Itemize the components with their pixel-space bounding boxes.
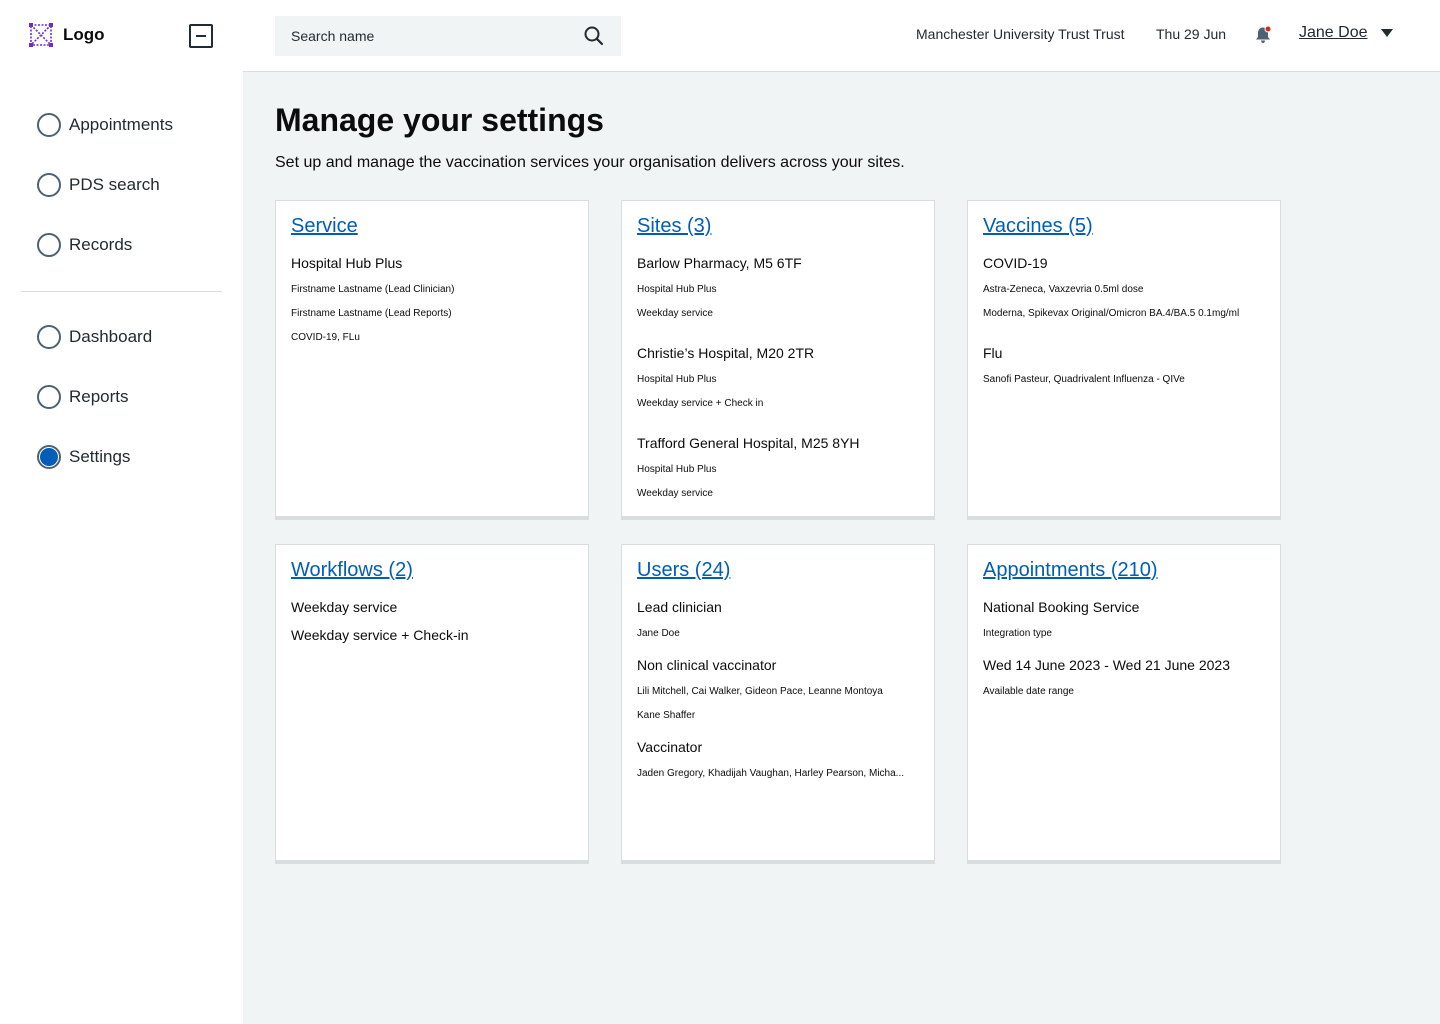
workflow-item: Weekday service + Check-in	[291, 627, 469, 643]
site-workflow: Weekday service	[637, 488, 713, 499]
nav-item-settings[interactable]: Settings	[37, 445, 130, 469]
user-names: Jaden Gregory, Khadijah Vaughan, Harley …	[637, 768, 905, 779]
appointments-card: Appointments (210) National Booking Serv…	[967, 544, 1281, 864]
caret-down-icon	[1380, 29, 1393, 37]
vaccines-card: Vaccines (5) COVID-19 Astra-Zeneca, Vaxz…	[967, 200, 1281, 520]
integration-type-label: Integration type	[983, 628, 1052, 639]
current-date: Thu 29 Jun	[1156, 26, 1227, 42]
radio-icon	[37, 233, 61, 257]
appointments-card-link[interactable]: Appointments (210)	[983, 559, 1158, 582]
workflows-card-link[interactable]: Workflows (2)	[291, 559, 413, 582]
sites-card-link[interactable]: Sites (3)	[637, 215, 711, 238]
nav-divider	[21, 291, 222, 292]
lead-clinician: Firstname Lastname (Lead Clinician)	[291, 284, 455, 295]
site-name: Trafford General Hospital, M25 8YH	[637, 435, 860, 451]
main-content: Manage your settings Set up and manage t…	[243, 72, 1440, 1024]
nav-item-label: Appointments	[69, 115, 173, 134]
nav-item-label: Reports	[69, 387, 129, 406]
site-workflow: Weekday service + Check in	[637, 398, 764, 409]
vaccine-heading: Flu	[983, 345, 1003, 361]
vaccine-product: Sanofi Pasteur, Quadrivalent Influenza -…	[983, 374, 1185, 385]
site-name: Christie’s Hospital, M20 2TR	[637, 345, 815, 361]
nav-item-appointments[interactable]: Appointments	[37, 113, 173, 137]
notification-bell-icon[interactable]	[1253, 25, 1273, 45]
site-name: Barlow Pharmacy, M5 6TF	[637, 255, 802, 271]
site-type: Hospital Hub Plus	[637, 374, 717, 385]
nav-item-records[interactable]: Records	[37, 233, 132, 257]
nav-item-label: Dashboard	[69, 327, 153, 346]
logo-icon	[29, 23, 53, 47]
users-card-link[interactable]: Users (24)	[637, 559, 730, 582]
minus-icon	[196, 35, 206, 37]
date-range-label: Available date range	[983, 686, 1074, 697]
vaccine-product: Astra-Zeneca, Vaxzevria 0.5ml dose	[983, 284, 1144, 295]
user-name: Jane Doe	[1299, 24, 1368, 41]
radio-icon	[37, 325, 61, 349]
logo[interactable]: Logo	[28, 22, 105, 48]
user-names: Jane Doe	[637, 628, 680, 639]
nav-item-label: Records	[69, 235, 133, 254]
nav-item-dashboard[interactable]: Dashboard	[37, 325, 152, 349]
sidebar: Logo Appointments PDS search Records Das…	[0, 0, 243, 1024]
search-bar	[275, 16, 621, 56]
site-type: Hospital Hub Plus	[637, 284, 717, 295]
radio-selected-icon	[37, 445, 61, 469]
sites-card: Sites (3) Barlow Pharmacy, M5 6TF Hospit…	[621, 200, 935, 520]
site-workflow: Weekday service	[637, 308, 713, 319]
user-names: Lili Mitchell, Cai Walker, Gideon Pace, …	[637, 686, 883, 697]
search-input[interactable]	[275, 17, 565, 55]
user-role: Non clinical vaccinator	[637, 657, 777, 673]
booking-service: National Booking Service	[983, 599, 1140, 615]
user-role: Lead clinician	[637, 599, 722, 615]
logo-text: Logo	[63, 25, 105, 44]
vaccine-heading: COVID-19	[983, 255, 1048, 271]
user-menu[interactable]: Jane Doe	[1299, 24, 1394, 42]
service-card: Service Hospital Hub Plus Firstname Last…	[275, 200, 589, 520]
service-name: Hospital Hub Plus	[291, 255, 403, 271]
nav-item-label: PDS search	[69, 175, 160, 194]
page-title: Manage your settings	[275, 102, 604, 138]
search-icon[interactable]	[583, 25, 605, 47]
lead-reports: Firstname Lastname (Lead Reports)	[291, 308, 452, 319]
vaccine-product: Moderna, Spikevax Original/Omicron BA.4/…	[983, 308, 1240, 319]
user-role: Vaccinator	[637, 739, 703, 755]
radio-icon	[37, 113, 61, 137]
radio-icon	[37, 173, 61, 197]
workflows-card: Workflows (2) Weekday service Weekday se…	[275, 544, 589, 864]
nav-item-pds-search[interactable]: PDS search	[37, 173, 160, 197]
vaccines-card-link[interactable]: Vaccines (5)	[983, 215, 1093, 238]
service-card-link[interactable]: Service	[291, 215, 358, 238]
user-names: Kane Shaffer	[637, 710, 696, 721]
radio-icon	[37, 385, 61, 409]
users-card: Users (24) Lead clinician Jane Doe Non c…	[621, 544, 935, 864]
header: Manchester University Trust Trust Thu 29…	[243, 0, 1440, 72]
service-vaccines: COVID-19, FLu	[291, 332, 360, 343]
site-type: Hospital Hub Plus	[637, 464, 717, 475]
organisation-name: Manchester University Trust Trust	[916, 26, 1125, 42]
nav-item-label: Settings	[69, 447, 131, 466]
page-description: Set up and manage the vaccination servic…	[275, 154, 905, 171]
workflow-item: Weekday service	[291, 599, 398, 615]
nav-item-reports[interactable]: Reports	[37, 385, 129, 409]
collapse-sidebar-button[interactable]	[189, 24, 213, 48]
date-range: Wed 14 June 2023 - Wed 21 June 2023	[983, 657, 1230, 673]
